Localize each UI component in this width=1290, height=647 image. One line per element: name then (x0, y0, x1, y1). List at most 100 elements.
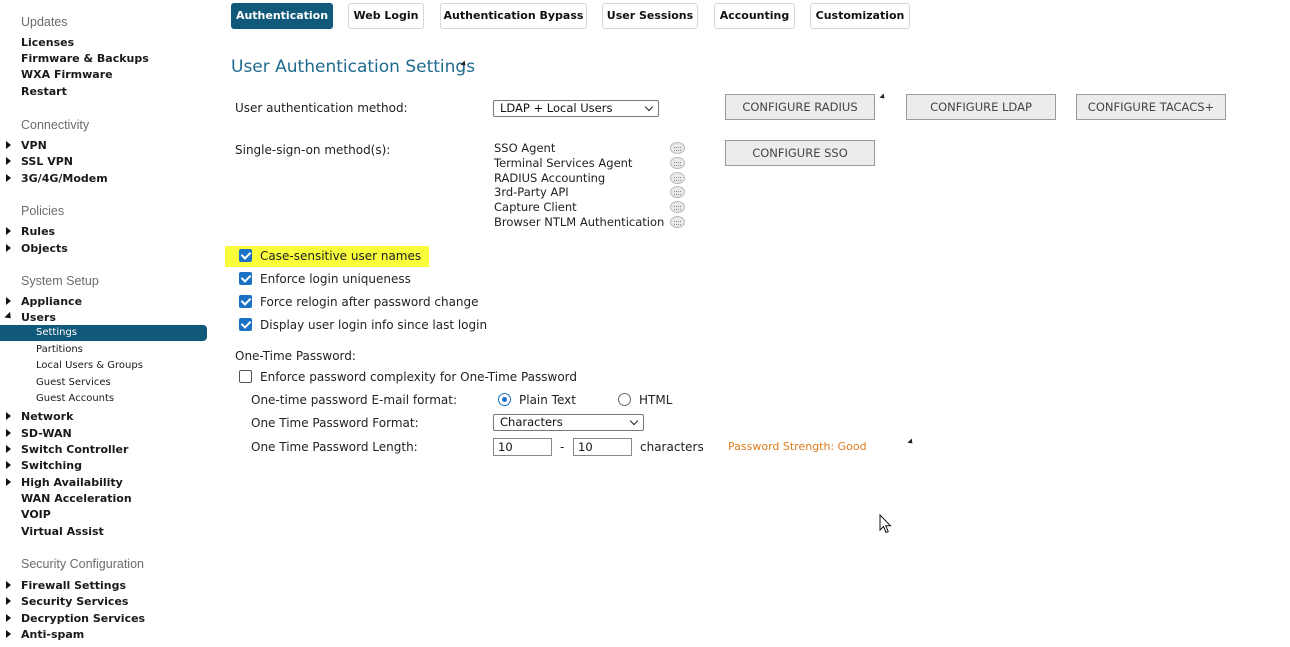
sidebar-item-vpn[interactable]: VPN (6, 139, 47, 152)
caret-right-icon (6, 581, 11, 589)
caret-down-icon (4, 311, 14, 322)
sidebar-item-users[interactable]: Users (4, 311, 56, 324)
otp-format-select[interactable]: Characters (493, 414, 644, 431)
drag-handle-icon[interactable] (670, 186, 685, 198)
sidebar-item-voip[interactable]: VOIP (21, 508, 51, 521)
sidebar-subitem-local-users-groups[interactable]: Local Users & Groups (36, 360, 143, 371)
otp-length-max-input[interactable]: 10 (573, 438, 632, 456)
radio-html[interactable] (618, 393, 631, 406)
drag-handle-icon[interactable] (670, 201, 685, 213)
otp-length-unit: characters (640, 440, 704, 454)
sso-method-terminal-services-agent: Terminal Services Agent (494, 156, 633, 170)
login-uniqueness-label: Enforce login uniqueness (260, 272, 411, 286)
sso-method-capture-client: Capture Client (494, 200, 577, 214)
sidebar-item-label: Network (21, 410, 74, 423)
caret-right-icon (6, 141, 11, 149)
section-updates: Updates (21, 15, 68, 29)
force-relogin-checkbox[interactable] (239, 295, 252, 308)
sidebar-item-virtual-assist[interactable]: Virtual Assist (21, 525, 104, 538)
sidebar-item-decryption-services[interactable]: Decryption Services (6, 612, 146, 625)
drag-handle-icon[interactable] (670, 172, 685, 184)
sidebar-item-label: Rules (21, 225, 56, 238)
sidebar-item-wxa-firmware[interactable]: WXA Firmware (21, 68, 113, 81)
case-sensitive-label: Case-sensitive user names (260, 249, 422, 263)
sidebar-item-switching[interactable]: Switching (6, 459, 82, 472)
sidebar-item-appliance[interactable]: Appliance (6, 295, 83, 308)
sidebar-item-objects[interactable]: Objects (6, 242, 68, 255)
mouse-cursor-icon (879, 514, 892, 534)
tab-authentication[interactable]: Authentication (231, 3, 333, 29)
sidebar-item-anti-spam[interactable]: Anti-spam (6, 628, 85, 641)
sso-methods-label: Single-sign-on method(s): (235, 143, 391, 157)
sso-method-browser-ntlm: Browser NTLM Authentication (494, 215, 665, 229)
sidebar-item-3g-4g-modem[interactable]: 3G/4G/Modem (6, 172, 108, 185)
radio-html-label: HTML (639, 393, 673, 407)
case-sensitive-checkbox[interactable] (239, 249, 252, 262)
caret-right-icon (6, 614, 11, 622)
force-relogin-label: Force relogin after password change (260, 295, 479, 309)
sidebar: Updates Licenses Firmware & Backups WXA … (0, 0, 210, 647)
display-login-info-label: Display user login info since last login (260, 318, 488, 332)
sidebar-subitem-partitions[interactable]: Partitions (36, 344, 83, 355)
configure-sso-button[interactable]: CONFIGURE SSO (725, 140, 875, 166)
configure-tacacs-button[interactable]: CONFIGURE TACACS+ (1076, 94, 1226, 120)
otp-complexity-label: Enforce password complexity for One-Time… (260, 370, 578, 384)
tab-web-login[interactable]: Web Login (348, 3, 424, 29)
page-title: User Authentication Settings (231, 57, 476, 77)
tab-authentication-bypass[interactable]: Authentication Bypass (440, 3, 587, 29)
sidebar-item-ssl-vpn[interactable]: SSL VPN (6, 155, 73, 168)
sidebar-item-restart[interactable]: Restart (21, 85, 67, 98)
sidebar-item-label: Switch Controller (21, 443, 129, 456)
login-uniqueness-checkbox[interactable] (239, 272, 252, 285)
display-login-info-checkbox[interactable] (239, 318, 252, 331)
auth-method-select[interactable]: LDAP + Local Users (493, 100, 659, 117)
sidebar-item-label: Appliance (21, 295, 83, 308)
sidebar-item-label: Firewall Settings (21, 579, 127, 592)
configure-radius-button[interactable]: CONFIGURE RADIUS (725, 94, 875, 120)
radio-plain-text[interactable] (498, 393, 511, 406)
sidebar-item-switch-controller[interactable]: Switch Controller (6, 443, 129, 456)
sidebar-subitem-guest-services[interactable]: Guest Services (36, 377, 111, 388)
tab-customization[interactable]: Customization (810, 3, 910, 29)
caret-right-icon (6, 412, 11, 420)
drag-handle-icon[interactable] (670, 142, 685, 154)
sso-method-radius-accounting: RADIUS Accounting (494, 171, 606, 185)
otp-complexity-checkbox[interactable] (239, 370, 252, 383)
otp-length-min-input[interactable]: 10 (493, 438, 552, 456)
drag-handle-icon[interactable] (670, 216, 685, 228)
sidebar-item-network[interactable]: Network (6, 410, 74, 423)
section-connectivity: Connectivity (21, 118, 90, 132)
auth-method-label: User authentication method: (235, 101, 408, 115)
auth-method-value: LDAP + Local Users (500, 101, 613, 115)
caret-right-icon (6, 244, 11, 252)
sidebar-item-label: 3G/4G/Modem (21, 172, 108, 185)
tab-accounting[interactable]: Accounting (714, 3, 795, 29)
drag-handle-icon[interactable] (670, 157, 685, 169)
sidebar-item-firmware-backups[interactable]: Firmware & Backups (21, 52, 149, 65)
caret-right-icon (6, 157, 11, 165)
otp-length-label: One Time Password Length: (251, 440, 418, 454)
sidebar-item-licenses[interactable]: Licenses (21, 36, 74, 49)
sidebar-subitem-settings[interactable]: Settings (0, 325, 207, 341)
sidebar-item-security-services[interactable]: Security Services (6, 595, 128, 608)
sidebar-item-wan-acceleration[interactable]: WAN Acceleration (21, 492, 132, 505)
sidebar-item-label: VPN (21, 139, 47, 152)
sidebar-item-label: SSL VPN (21, 155, 73, 168)
chevron-down-icon (644, 102, 654, 112)
configure-ldap-button[interactable]: CONFIGURE LDAP (906, 94, 1056, 120)
tab-user-sessions[interactable]: User Sessions (602, 3, 698, 29)
sidebar-item-rules[interactable]: Rules (6, 225, 56, 238)
sidebar-item-label: Anti-spam (21, 628, 85, 641)
sidebar-item-label: Objects (21, 242, 68, 255)
sidebar-item-label: Decryption Services (21, 612, 146, 625)
sidebar-item-high-availability[interactable]: High Availability (6, 476, 123, 489)
sidebar-subitem-guest-accounts[interactable]: Guest Accounts (36, 393, 114, 404)
caret-right-icon (6, 597, 11, 605)
caret-right-icon (6, 227, 11, 235)
caret-right-icon (6, 445, 11, 453)
caret-right-icon (6, 461, 11, 469)
sidebar-item-sd-wan[interactable]: SD-WAN (6, 427, 72, 440)
sidebar-item-firewall-settings[interactable]: Firewall Settings (6, 579, 127, 592)
otp-heading: One-Time Password: (235, 349, 356, 363)
sidebar-item-label: SD-WAN (21, 427, 72, 440)
